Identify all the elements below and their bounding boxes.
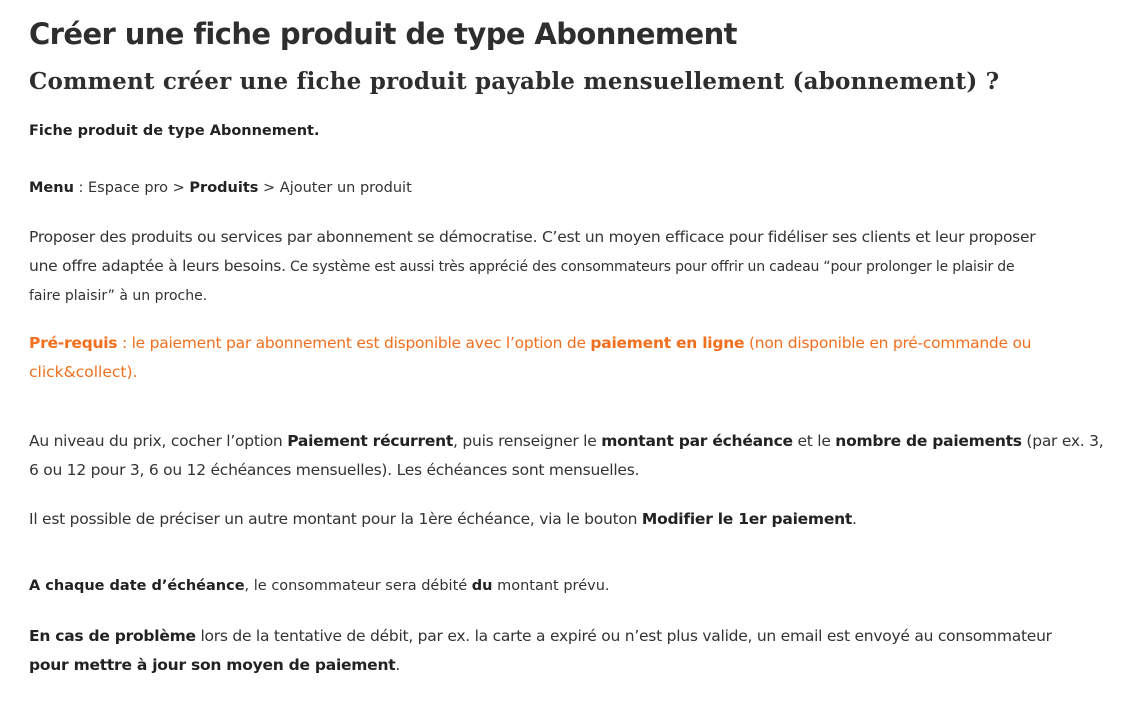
breadcrumb-menu: Menu bbox=[29, 180, 74, 196]
breadcrumb: Menu : Espace pro > Produits > Ajouter u… bbox=[29, 174, 1109, 203]
problem-paragraph-line: En cas de problème lors de la tentative … bbox=[29, 622, 1109, 651]
breadcrumb-produits: Produits bbox=[189, 180, 259, 196]
amount-per-installment-label: montant par échéance bbox=[601, 432, 793, 450]
modify-first-payment-label: Modifier le 1er paiement bbox=[641, 510, 853, 528]
prerequisite-notice: Pré-requis : le paiement par abonnement … bbox=[29, 329, 1109, 387]
prerequisite-line: Pré-requis : le paiement par abonnement … bbox=[29, 329, 1109, 358]
first-payment-text: Il est possible de préciser un autre mon… bbox=[29, 510, 642, 528]
breadcrumb-separator: : Espace pro > bbox=[73, 180, 190, 196]
price-paragraph-line: Au niveau du prix, cocher l’option Paiem… bbox=[29, 427, 1109, 456]
breadcrumb-current: > Ajouter un produit bbox=[258, 180, 412, 196]
due-date-text: , le consommateur sera débité bbox=[244, 578, 472, 594]
due-date-bold: du bbox=[471, 578, 493, 594]
article: Créer une fiche produit de type Abonneme… bbox=[0, 0, 1137, 704]
price-text: Au niveau du prix, cocher l’option bbox=[29, 432, 288, 450]
prerequisite-text: (non disponible en pré-commande ou bbox=[744, 334, 1032, 352]
problem-text: . bbox=[395, 656, 401, 674]
intro-paragraph-line: faire plaisir” à un proche. bbox=[29, 288, 208, 304]
prerequisite-line: click&collect). bbox=[29, 363, 138, 381]
due-date-text: montant prévu. bbox=[492, 578, 610, 594]
page-title: Créer une fiche produit de type Abonneme… bbox=[29, 17, 738, 51]
price-paragraph: Au niveau du prix, cocher l’option Paiem… bbox=[29, 427, 1109, 485]
due-date-paragraph: A chaque date d’échéance, le consommateu… bbox=[29, 572, 1109, 601]
price-paragraph-line: 6 ou 12 pour 3, 6 ou 12 échéances mensue… bbox=[29, 461, 640, 479]
prerequisite-label: Pré-requis bbox=[29, 334, 118, 352]
update-payment-method-label: pour mettre à jour son moyen de paiement bbox=[29, 656, 396, 674]
first-payment-paragraph: Il est possible de préciser un autre mon… bbox=[29, 505, 1109, 534]
intro-paragraph: Proposer des produits ou services par ab… bbox=[29, 223, 1109, 311]
prerequisite-online-payment: paiement en ligne bbox=[590, 334, 745, 352]
price-text: , puis renseigner le bbox=[453, 432, 602, 450]
problem-paragraph: En cas de problème lors de la tentative … bbox=[29, 622, 1109, 680]
intro-paragraph-segment: une offre adaptée à leurs besoins. bbox=[29, 257, 286, 275]
problem-paragraph-line: pour mettre à jour son moyen de paiement… bbox=[29, 651, 1109, 680]
first-payment-text: . bbox=[852, 510, 857, 528]
number-of-payments-label: nombre de paiements bbox=[835, 432, 1022, 450]
prerequisite-text: : le paiement par abonnement est disponi… bbox=[117, 334, 591, 352]
due-date-label: A chaque date d’échéance bbox=[29, 578, 245, 594]
price-text: et le bbox=[792, 432, 836, 450]
problem-text: lors de la tentative de débit, par ex. l… bbox=[195, 627, 1052, 645]
recurring-payment-label: Paiement récurrent bbox=[287, 432, 454, 450]
intro-paragraph-line: une offre adaptée à leurs besoins. Ce sy… bbox=[29, 252, 1109, 282]
problem-label: En cas de problème bbox=[29, 627, 196, 645]
intro-text: Fiche produit de type Abonnement. bbox=[29, 123, 320, 139]
intro-paragraph-line: Proposer des produits ou services par ab… bbox=[29, 228, 1036, 246]
price-text: (par ex. 3, bbox=[1021, 432, 1104, 450]
page-subtitle: Comment créer une fiche produit payable … bbox=[29, 68, 1000, 95]
intro-paragraph-segment: Ce système est aussi très apprécié des c… bbox=[285, 259, 1015, 275]
